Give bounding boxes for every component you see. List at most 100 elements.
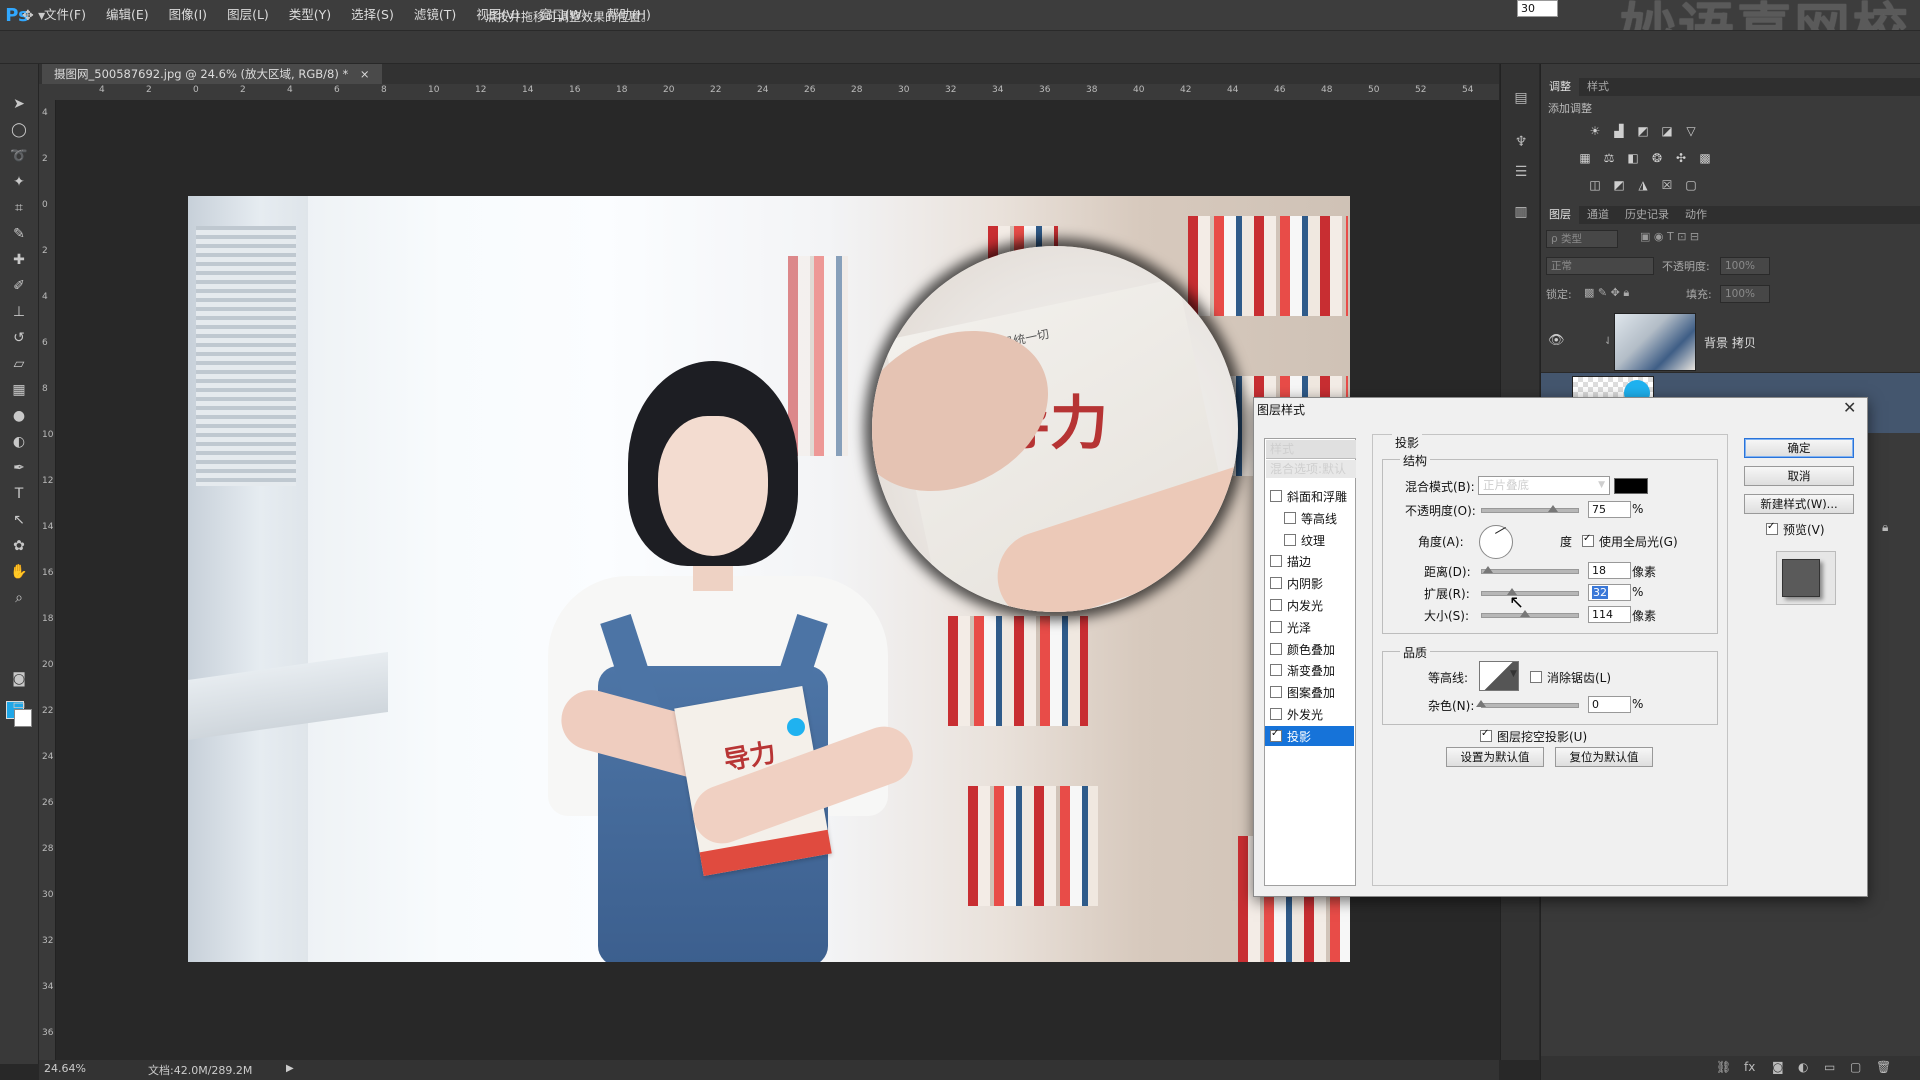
style-list-header[interactable]: 样式 (1266, 440, 1356, 459)
style-item[interactable]: 内发光 (1270, 597, 1323, 614)
preview-checkbox[interactable]: 预览(V) (1766, 521, 1825, 538)
knockout-checkbox[interactable]: 图层挖空投影(U) (1480, 728, 1587, 745)
distance-input[interactable]: 18 (1588, 562, 1631, 579)
vibrance-icon[interactable]: ▽ (1684, 124, 1698, 138)
menu-layer[interactable]: 图层(L) (217, 0, 279, 30)
close-icon[interactable]: ✕ (1843, 398, 1856, 417)
color-balance-icon[interactable]: ⚖ (1602, 151, 1616, 165)
reset-default-button[interactable]: 复位为默认值 (1555, 747, 1653, 767)
menu-type[interactable]: 类型(Y) (279, 0, 341, 30)
antialias-checkbox[interactable]: 消除锯齿(L) (1530, 669, 1611, 686)
size-slider[interactable] (1481, 613, 1579, 618)
crop-icon[interactable]: ⌗ (8, 198, 30, 218)
shadow-color-swatch[interactable] (1614, 478, 1648, 494)
marquee-icon[interactable]: ◯ (8, 120, 30, 140)
style-checkbox[interactable] (1270, 708, 1282, 720)
screen-mode-icon[interactable]: ▭ (8, 695, 30, 715)
style-checkbox[interactable] (1270, 577, 1282, 590)
invert-icon[interactable]: ◫ (1588, 178, 1602, 192)
brush-icon[interactable]: ✐ (8, 276, 30, 296)
path-select-icon[interactable]: ↖ (8, 510, 30, 530)
layer-filter-icons[interactable]: ▣ ◉ T ⊡ ⊟ (1640, 230, 1699, 243)
menu-select[interactable]: 选择(S) (341, 0, 404, 30)
style-item[interactable]: 纹理 (1284, 532, 1325, 549)
style-item[interactable]: 投影 (1270, 728, 1311, 745)
new-layer-icon[interactable]: ▢ (1850, 1060, 1861, 1074)
healing-brush-icon[interactable]: ✚ (8, 250, 30, 270)
new-style-button[interactable]: 新建样式(W)... (1744, 494, 1854, 514)
style-item[interactable]: 等高线 (1284, 510, 1337, 527)
noise-input[interactable]: 0 (1588, 696, 1631, 713)
angle-dial[interactable] (1479, 525, 1513, 559)
antialias-check[interactable] (1530, 671, 1542, 683)
tab-history[interactable]: 历史记录 (1617, 206, 1677, 224)
pen-icon[interactable]: ✒ (8, 458, 30, 478)
blend-options-item[interactable]: 混合选项:默认 (1266, 460, 1356, 478)
preview-check[interactable] (1766, 521, 1778, 535)
tab-channels[interactable]: 通道 (1579, 206, 1617, 224)
clone-stamp-icon[interactable]: ⊥ (8, 302, 30, 322)
chevron-down-icon[interactable]: ▼ (1510, 669, 1517, 679)
close-icon[interactable]: × (360, 67, 370, 81)
size-input[interactable]: 114 (1588, 606, 1631, 623)
style-item[interactable]: 外发光 (1270, 706, 1323, 723)
threshold-icon[interactable]: ◮ (1636, 178, 1650, 192)
eyedropper-icon[interactable]: ✎ (8, 224, 30, 244)
style-item[interactable]: 描边 (1270, 553, 1311, 570)
adjustment-layer-icon[interactable]: ◐ (1798, 1060, 1808, 1074)
channel-mixer-icon[interactable]: ✣ (1674, 151, 1688, 165)
angle-input[interactable]: 30 (1517, 0, 1558, 17)
layer-blend-mode[interactable]: 正常 (1546, 257, 1654, 275)
brightness-icon[interactable]: ☀ (1588, 124, 1602, 138)
delete-icon[interactable]: 🗑︎ (1876, 1060, 1891, 1074)
spread-slider[interactable] (1481, 591, 1579, 596)
global-light-check[interactable] (1582, 533, 1594, 547)
global-light-checkbox[interactable]: 使用全局光(G) (1582, 533, 1678, 550)
link-layers-icon[interactable]: ⛓ (1716, 1060, 1731, 1074)
tab-adjustments[interactable]: 调整 (1541, 78, 1579, 96)
move-icon[interactable]: ➤ (8, 94, 30, 114)
style-checkbox[interactable] (1270, 686, 1282, 699)
style-checkbox[interactable] (1270, 728, 1282, 742)
lasso-icon[interactable]: ➰ (8, 146, 30, 166)
style-checkbox[interactable] (1270, 620, 1282, 633)
knockout-check[interactable] (1480, 728, 1492, 742)
style-item[interactable]: 图案叠加 (1270, 684, 1335, 701)
distance-slider-handle[interactable] (1482, 566, 1493, 573)
style-checkbox[interactable] (1270, 664, 1282, 677)
shape-icon[interactable]: ✿ (8, 536, 30, 556)
ok-button[interactable]: 确定 (1744, 438, 1854, 458)
spread-input[interactable]: 32 (1588, 584, 1631, 601)
brush-preset-icon[interactable]: ♆ (1511, 134, 1531, 152)
selective-color-icon[interactable]: ▢ (1684, 178, 1698, 192)
cancel-button[interactable]: 取消 (1744, 466, 1854, 486)
hand-icon[interactable]: ✋ (8, 562, 30, 582)
make-default-button[interactable]: 设置为默认值 (1446, 747, 1544, 767)
document-tab[interactable]: 摄图网_500587692.jpg @ 24.6% (放大区域, RGB/8) … (42, 64, 382, 84)
tab-actions[interactable]: 动作 (1677, 206, 1715, 224)
menu-filter[interactable]: 滤镜(T) (404, 0, 466, 30)
gradient-icon[interactable]: ▦ (8, 380, 30, 400)
magic-wand-icon[interactable]: ✦ (8, 172, 30, 192)
magnifier-circle[interactable]: 情感的力量是统一切 导力 (872, 246, 1238, 612)
style-checkbox[interactable] (1270, 642, 1282, 655)
hue-saturation-icon[interactable]: ▦ (1578, 151, 1592, 165)
eye-icon[interactable]: 👁︎ (1548, 333, 1565, 348)
type-icon[interactable]: T (8, 484, 30, 504)
posterize-icon[interactable]: ◩ (1612, 178, 1626, 192)
style-checkbox[interactable] (1270, 555, 1282, 568)
blur-icon[interactable]: ● (8, 406, 30, 426)
zoom-icon[interactable]: ⌕ (8, 588, 30, 608)
style-checkbox[interactable] (1270, 490, 1282, 502)
layer-name[interactable]: 背景 拷贝 (1704, 334, 1756, 351)
style-checkbox[interactable] (1270, 599, 1282, 611)
style-item[interactable]: 光泽 (1270, 619, 1311, 636)
style-item[interactable]: 内阴影 (1270, 575, 1323, 592)
eraser-icon[interactable]: ▱ (8, 354, 30, 374)
dodge-icon[interactable]: ◐ (8, 432, 30, 452)
photo-filter-icon[interactable]: ❂ (1650, 151, 1664, 165)
opacity-input[interactable]: 75 (1588, 501, 1631, 518)
layer-fill-input[interactable]: 100% (1720, 285, 1770, 303)
menu-image[interactable]: 图像(I) (159, 0, 217, 30)
curves-icon[interactable]: ◩ (1636, 124, 1650, 138)
